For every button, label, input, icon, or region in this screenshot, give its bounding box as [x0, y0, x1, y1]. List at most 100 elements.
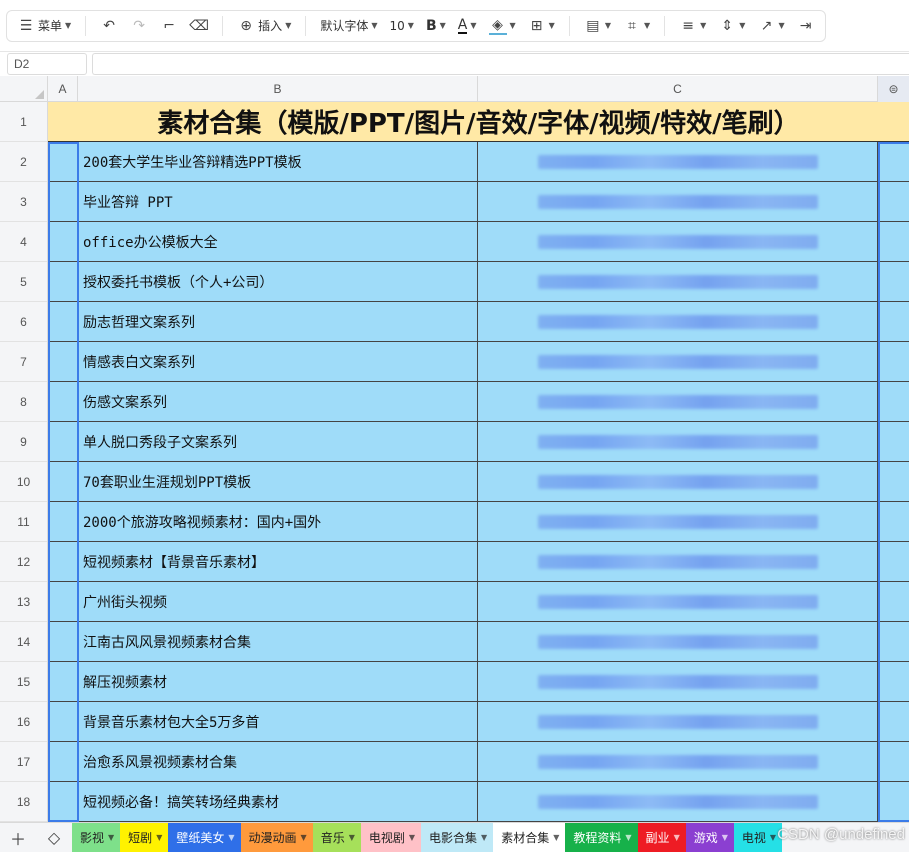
sheet-tab[interactable]: 教程资料 ▼: [565, 823, 638, 852]
row-header[interactable]: 8: [0, 382, 47, 422]
cell-link-redacted[interactable]: [478, 422, 878, 461]
cell-resource-name[interactable]: 江南古风风景视频素材合集: [78, 622, 478, 661]
cell-resource-name[interactable]: 治愈系风景视频素材合集: [78, 742, 478, 781]
cell-a[interactable]: [48, 782, 78, 821]
cell-a[interactable]: [48, 662, 78, 701]
sheet-tab[interactable]: 电视 ▼: [733, 823, 783, 852]
cell-d[interactable]: [878, 782, 909, 821]
row-header[interactable]: 17: [0, 742, 47, 782]
cell-resource-name[interactable]: 短视频必备！搞笑转场经典素材: [78, 782, 478, 821]
sheet-tab[interactable]: 动漫动画 ▼: [240, 823, 313, 852]
cell-resource-name[interactable]: 伤感文案系列: [78, 382, 478, 421]
cell-resource-name[interactable]: 背景音乐素材包大全5万多首: [78, 702, 478, 741]
cell-link-redacted[interactable]: [478, 702, 878, 741]
sheet-tab[interactable]: 电视剧 ▼: [360, 823, 422, 852]
cell-d[interactable]: [878, 142, 909, 181]
cell-a[interactable]: [48, 582, 78, 621]
cell-a[interactable]: [48, 262, 78, 301]
cell-resource-name[interactable]: 励志哲理文案系列: [78, 302, 478, 341]
row-header[interactable]: 14: [0, 622, 47, 662]
cell-d[interactable]: [878, 462, 909, 501]
cell-resource-name[interactable]: 授权委托书模板（个人+公司）: [78, 262, 478, 301]
cell-a[interactable]: [48, 302, 78, 341]
cell-link-redacted[interactable]: [478, 302, 878, 341]
cell-a[interactable]: [48, 422, 78, 461]
row-header[interactable]: 9: [0, 422, 47, 462]
row-header[interactable]: 2: [0, 142, 47, 182]
valign-button[interactable]: ⇕ ▼: [714, 12, 749, 40]
cell-d[interactable]: [878, 662, 909, 701]
sheet-tab[interactable]: 音乐 ▼: [312, 823, 361, 852]
cell-resource-name[interactable]: 情感表白文案系列: [78, 342, 478, 381]
formula-input[interactable]: [92, 53, 909, 75]
cell-a[interactable]: [48, 502, 78, 541]
cell-a[interactable]: [48, 182, 78, 221]
name-box[interactable]: D2: [7, 53, 87, 75]
cell-a[interactable]: [48, 342, 78, 381]
font-family-select[interactable]: 默认字体 ▼: [316, 12, 381, 40]
cell-a[interactable]: [48, 142, 78, 181]
cell-style-button[interactable]: ▤ ▼: [580, 12, 615, 40]
fill-color-button[interactable]: ◈ ▼: [485, 12, 520, 40]
cell-resource-name[interactable]: 200套大学生毕业答辩精选PPT模板: [78, 142, 478, 181]
cell-link-redacted[interactable]: [478, 342, 878, 381]
cell-d[interactable]: [878, 342, 909, 381]
cell-link-redacted[interactable]: [478, 662, 878, 701]
merge-button[interactable]: ⌗ ▼: [619, 12, 654, 40]
cell-resource-name[interactable]: 毕业答辩 PPT: [78, 182, 478, 221]
cell-resource-name[interactable]: office办公模板大全: [78, 222, 478, 261]
column-header-b[interactable]: B: [78, 76, 478, 102]
cell-d[interactable]: [878, 302, 909, 341]
row-header[interactable]: 13: [0, 582, 47, 622]
undo-button[interactable]: ↶: [96, 12, 122, 40]
cell-d[interactable]: [878, 542, 909, 581]
select-all-corner[interactable]: [0, 76, 48, 102]
cell-a[interactable]: [48, 622, 78, 661]
wrap-button[interactable]: ⇥: [793, 12, 819, 40]
cell-d[interactable]: [878, 422, 909, 461]
cell-d[interactable]: [878, 742, 909, 781]
cell-link-redacted[interactable]: [478, 742, 878, 781]
row-header[interactable]: 11: [0, 502, 47, 542]
clear-format-button[interactable]: ⌫: [186, 12, 212, 40]
cell-resource-name[interactable]: 单人脱口秀段子文案系列: [78, 422, 478, 461]
cell-d[interactable]: [878, 262, 909, 301]
cell-link-redacted[interactable]: [478, 142, 878, 181]
cell-a[interactable]: [48, 462, 78, 501]
cell-link-redacted[interactable]: [478, 262, 878, 301]
row-header[interactable]: 15: [0, 662, 47, 702]
borders-button[interactable]: ⊞ ▼: [524, 12, 559, 40]
sheet-tab[interactable]: 游戏 ▼: [685, 823, 734, 852]
row-header[interactable]: 16: [0, 702, 47, 742]
cell-link-redacted[interactable]: [478, 542, 878, 581]
cell-resource-name[interactable]: 70套职业生涯规划PPT模板: [78, 462, 478, 501]
cell-link-redacted[interactable]: [478, 782, 878, 821]
cell-resource-name[interactable]: 短视频素材【背景音乐素材】: [78, 542, 478, 581]
bold-button[interactable]: B ▼: [422, 12, 450, 40]
cell-link-redacted[interactable]: [478, 462, 878, 501]
cell-a[interactable]: [48, 382, 78, 421]
sheet-tab[interactable]: 影视 ▼: [72, 823, 121, 852]
cell-a[interactable]: [48, 742, 78, 781]
sheet-list-button[interactable]: ◇: [36, 823, 72, 852]
cell-d[interactable]: [878, 702, 909, 741]
cell-link-redacted[interactable]: [478, 222, 878, 261]
row-header[interactable]: 12: [0, 542, 47, 582]
cell-a[interactable]: [48, 702, 78, 741]
cell-resource-name[interactable]: 解压视频素材: [78, 662, 478, 701]
rotate-text-button[interactable]: ↗ ▼: [753, 12, 788, 40]
column-header-c[interactable]: C: [478, 76, 878, 102]
row-header[interactable]: 10: [0, 462, 47, 502]
cell-link-redacted[interactable]: [478, 382, 878, 421]
format-painter-button[interactable]: ⌐: [156, 12, 182, 40]
sheet-tab[interactable]: 电影合集 ▼: [421, 823, 494, 852]
insert-button[interactable]: ⊕ 插入 ▼: [233, 12, 295, 40]
cell-link-redacted[interactable]: [478, 502, 878, 541]
redo-button[interactable]: ↷: [126, 12, 152, 40]
row-header-1[interactable]: 1: [0, 102, 47, 142]
sheet-tab[interactable]: 壁纸美女 ▼: [168, 823, 241, 852]
cell-link-redacted[interactable]: [478, 622, 878, 661]
cell-resource-name[interactable]: 广州街头视频: [78, 582, 478, 621]
sheet-tab[interactable]: 短剧 ▼: [120, 823, 169, 852]
menu-button[interactable]: ☰ 菜单 ▼: [13, 12, 75, 40]
